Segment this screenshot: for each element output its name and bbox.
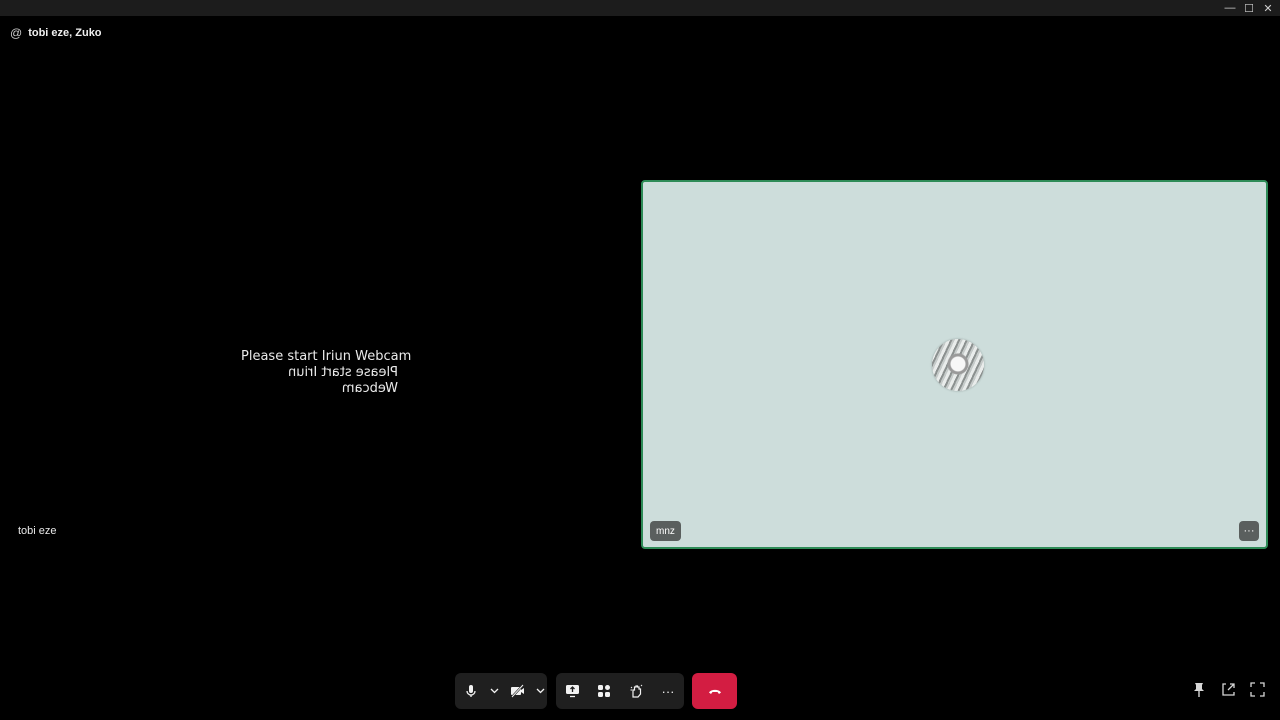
webcam-message-line: Please start Iriun Webcam <box>241 349 412 364</box>
chevron-down-icon <box>536 688 545 694</box>
chevron-down-icon <box>490 688 499 694</box>
apps-icon <box>597 684 611 698</box>
pin-icon <box>1192 682 1206 703</box>
participant-avatar <box>932 339 984 391</box>
av-controls-group <box>455 673 547 709</box>
at-icon: @ <box>10 26 23 40</box>
popout-icon <box>1221 682 1236 702</box>
more-options-button[interactable]: ··· <box>652 673 684 709</box>
end-call-button[interactable] <box>692 673 737 709</box>
camera-off-icon <box>510 684 525 698</box>
call-header: @ tobi eze, Zuko <box>10 26 102 40</box>
minimize-button[interactable]: — <box>1220 0 1240 16</box>
local-participant-name: tobi eze <box>18 525 57 537</box>
call-actions-group: ··· <box>556 673 684 709</box>
microphone-icon <box>464 684 478 698</box>
more-icon: ··· <box>661 683 675 699</box>
webcam-message-mirrored: Please start Iriun Webcam <box>288 365 398 396</box>
pin-button[interactable] <box>1190 682 1208 703</box>
microphone-button[interactable] <box>455 673 487 709</box>
fullscreen-icon <box>1249 682 1265 702</box>
camera-options-button[interactable] <box>533 673 547 709</box>
call-participants-title: tobi eze, Zuko <box>28 27 102 39</box>
camera-button[interactable] <box>501 673 533 709</box>
window-titlebar: — ☐ ✕ <box>0 0 1280 16</box>
close-window-button[interactable]: ✕ <box>1258 0 1278 16</box>
raise-hand-icon <box>629 684 644 698</box>
tile-more-options-button[interactable]: ··· <box>1239 521 1259 541</box>
apps-button[interactable] <box>588 673 620 709</box>
maximize-button[interactable]: ☐ <box>1239 0 1259 16</box>
webcam-placeholder-message: Please start Iriun Webcam Please start I… <box>241 349 411 397</box>
hang-up-icon <box>708 682 722 700</box>
share-screen-button[interactable] <box>556 673 588 709</box>
remote-participant-tile[interactable]: mnz ··· <box>641 180 1268 549</box>
share-screen-icon <box>565 684 580 698</box>
popout-button[interactable] <box>1219 683 1237 701</box>
fullscreen-button[interactable] <box>1248 682 1266 702</box>
remote-participant-name: mnz <box>650 521 681 541</box>
microphone-options-button[interactable] <box>487 673 501 709</box>
raise-hand-button[interactable] <box>620 673 652 709</box>
